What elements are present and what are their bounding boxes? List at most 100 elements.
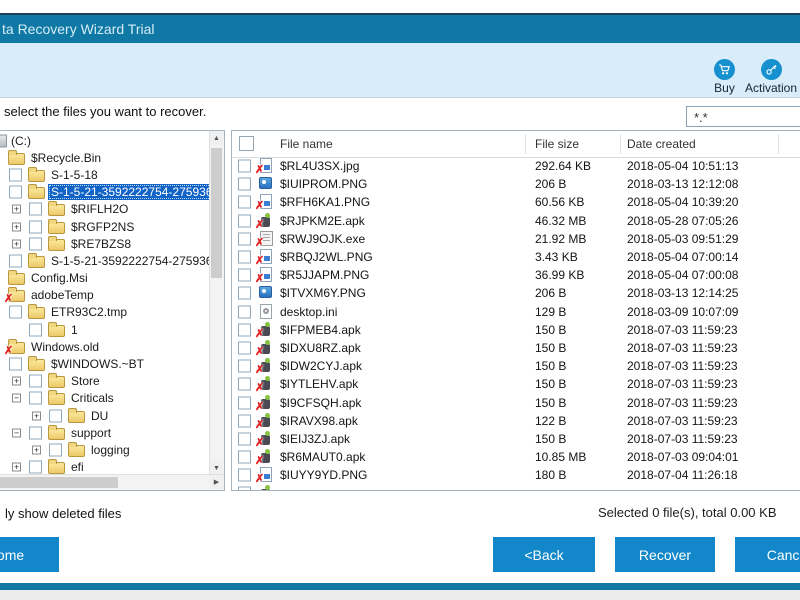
- file-checkbox[interactable]: [238, 359, 251, 373]
- tree-checkbox[interactable]: [29, 460, 42, 474]
- collapse-icon[interactable]: −: [12, 428, 21, 438]
- column-date-created[interactable]: Date created: [627, 137, 696, 151]
- tree-item[interactable]: + DU: [0, 407, 209, 424]
- tree-checkbox[interactable]: [9, 185, 22, 199]
- expand-icon[interactable]: +: [12, 462, 21, 472]
- file-row[interactable]: ✗ $RFH6KA1.PNG 60.56 KB 2018-05-04 10:39:20: [232, 193, 800, 212]
- file-checkbox[interactable]: [238, 286, 251, 300]
- file-row[interactable]: ✗ $RJPKM2E.apk 46.32 MB 2018-05-28 07:05:26: [232, 212, 800, 230]
- tree-item[interactable]: ✗ adobeTemp: [0, 287, 209, 305]
- file-row[interactable]: ✗ $I9CFSQH.apk 150 B 2018-07-03 11:59:23: [232, 393, 800, 412]
- file-checkbox[interactable]: [238, 323, 251, 337]
- file-checkbox[interactable]: [238, 250, 251, 264]
- file-checkbox[interactable]: [238, 377, 251, 391]
- scroll-right-icon[interactable]: ▶: [209, 475, 224, 489]
- expand-icon[interactable]: +: [12, 222, 21, 232]
- tree-item[interactable]: + efi: [0, 459, 209, 475]
- tree-item[interactable]: Config.Msi: [0, 270, 209, 287]
- column-divider[interactable]: [525, 134, 526, 154]
- file-checkbox[interactable]: [238, 159, 251, 173]
- file-row[interactable]: ✗ $IFPMEB4.apk 150 B 2018-07-03 11:59:23: [232, 321, 800, 339]
- expand-icon[interactable]: +: [32, 411, 41, 421]
- file-checkbox[interactable]: [238, 396, 251, 410]
- scrollbar-thumb[interactable]: [211, 148, 222, 278]
- home-button[interactable]: Home: [0, 537, 59, 572]
- select-all-checkbox[interactable]: [239, 136, 254, 151]
- file-row[interactable]: ✗ $IUYY9YD.PNG 180 B 2018-07-04 11:26:18: [232, 466, 800, 485]
- tree-item[interactable]: (C:): [0, 132, 209, 149]
- file-checkbox[interactable]: [238, 232, 251, 246]
- file-row[interactable]: $IUIPROM.PNG 206 B 2018-03-13 12:12:08: [232, 175, 800, 193]
- expand-icon[interactable]: +: [12, 376, 21, 386]
- file-checkbox[interactable]: [238, 268, 251, 282]
- file-checkbox[interactable]: [238, 177, 251, 191]
- tree-item[interactable]: 1: [0, 321, 209, 338]
- file-row[interactable]: ✗ $IDW2CYJ.apk 150 B 2018-07-03 11:59:23: [232, 357, 800, 376]
- tree-vertical-scrollbar[interactable]: ▲ ▼: [209, 131, 224, 476]
- file-checkbox[interactable]: [238, 468, 251, 482]
- deleted-filter-label[interactable]: ly show deleted files: [5, 506, 121, 521]
- column-file-size[interactable]: File size: [535, 137, 579, 151]
- tree-checkbox[interactable]: [29, 202, 42, 216]
- file-row[interactable]: ✗ $RBQJ2WL.PNG 3.43 KB 2018-05-04 07:00:14: [232, 248, 800, 267]
- tree-item[interactable]: − Criticals: [0, 390, 209, 407]
- file-checkbox[interactable]: [238, 414, 251, 428]
- buy-button[interactable]: [714, 59, 735, 80]
- expand-icon[interactable]: +: [12, 239, 21, 249]
- file-checkbox[interactable]: [238, 305, 251, 319]
- search-input[interactable]: [686, 106, 800, 127]
- cancel-button[interactable]: Cancel: [735, 537, 800, 572]
- file-row[interactable]: ✗ $RL4U3SX.jpg 292.64 KB 2018-05-04 10:51:1…: [232, 157, 800, 176]
- tree-checkbox[interactable]: [29, 323, 42, 337]
- buy-label[interactable]: Buy: [706, 81, 743, 95]
- tree-checkbox[interactable]: [29, 391, 42, 405]
- tree-checkbox[interactable]: [49, 443, 62, 457]
- file-row[interactable]: ✗ $R6MAUT0.apk 10.85 MB 2018-07-03 09:04:01: [232, 448, 800, 467]
- collapse-icon[interactable]: −: [12, 393, 21, 403]
- tree-item[interactable]: ✗ Windows.old: [0, 338, 209, 356]
- tree-horizontal-scrollbar[interactable]: ▶: [0, 474, 224, 490]
- tree-item[interactable]: S-1-5-21-3592222754-2759360: [0, 184, 209, 201]
- tree-item[interactable]: S-1-5-18: [0, 166, 209, 183]
- tree-checkbox[interactable]: [29, 374, 42, 388]
- file-row[interactable]: $ITVXM6Y.PNG 206 B 2018-03-13 12:14:25: [232, 284, 800, 302]
- tree-item[interactable]: − support: [0, 424, 209, 441]
- file-checkbox[interactable]: [238, 432, 251, 446]
- file-row[interactable]: ✗: [232, 484, 800, 490]
- tree-item[interactable]: $Recycle.Bin: [0, 149, 209, 166]
- tree-item[interactable]: + $RIFLH2O: [0, 201, 209, 218]
- expand-icon[interactable]: +: [32, 445, 41, 455]
- tree-item[interactable]: + $RE7BZS8: [0, 235, 209, 252]
- file-checkbox[interactable]: [238, 214, 251, 228]
- file-row[interactable]: ✗ $R5JJAPM.PNG 36.99 KB 2018-05-04 07:00:08: [232, 266, 800, 285]
- tree-checkbox[interactable]: [9, 357, 22, 371]
- file-row[interactable]: ✗ $IRAVX98.apk 122 B 2018-07-03 11:59:23: [232, 412, 800, 430]
- file-checkbox[interactable]: [238, 195, 251, 209]
- file-checkbox[interactable]: [238, 341, 251, 355]
- tree-item[interactable]: ETR93C2.tmp: [0, 304, 209, 321]
- tree-checkbox[interactable]: [29, 220, 42, 234]
- scroll-up-icon[interactable]: ▲: [210, 131, 223, 146]
- tree-item[interactable]: S-1-5-21-3592222754-2759360: [0, 252, 209, 269]
- file-row[interactable]: ✗ $IEIJ3ZJ.apk 150 B 2018-07-03 11:59:23: [232, 430, 800, 448]
- expand-icon[interactable]: +: [12, 204, 21, 214]
- tree-item[interactable]: + $RGFP2NS: [0, 218, 209, 235]
- file-row[interactable]: ✗ $IDXU8RZ.apk 150 B 2018-07-03 11:59:23: [232, 339, 800, 357]
- tree-item[interactable]: $WINDOWS.~BT: [0, 355, 209, 372]
- tree-checkbox[interactable]: [9, 254, 22, 268]
- file-row[interactable]: ✗ $RWJ9OJK.exe 21.92 MB 2018-05-03 09:51:29: [232, 230, 800, 248]
- recover-button[interactable]: Recover: [615, 537, 715, 572]
- column-file-name[interactable]: File name: [280, 137, 333, 151]
- tree-checkbox[interactable]: [9, 168, 22, 182]
- file-checkbox[interactable]: [238, 450, 251, 464]
- file-row[interactable]: desktop.ini 129 B 2018-03-09 10:07:09: [232, 303, 800, 321]
- column-divider[interactable]: [778, 134, 779, 154]
- tree-checkbox[interactable]: [49, 409, 62, 423]
- activation-label[interactable]: Activation: [740, 81, 800, 95]
- tree-checkbox[interactable]: [29, 237, 42, 251]
- file-checkbox[interactable]: [238, 486, 251, 490]
- column-divider[interactable]: [620, 134, 621, 154]
- tree-item[interactable]: + logging: [0, 441, 209, 458]
- file-row[interactable]: ✗ $IYTLEHV.apk 150 B 2018-07-03 11:59:23: [232, 375, 800, 394]
- tree-checkbox[interactable]: [9, 305, 22, 319]
